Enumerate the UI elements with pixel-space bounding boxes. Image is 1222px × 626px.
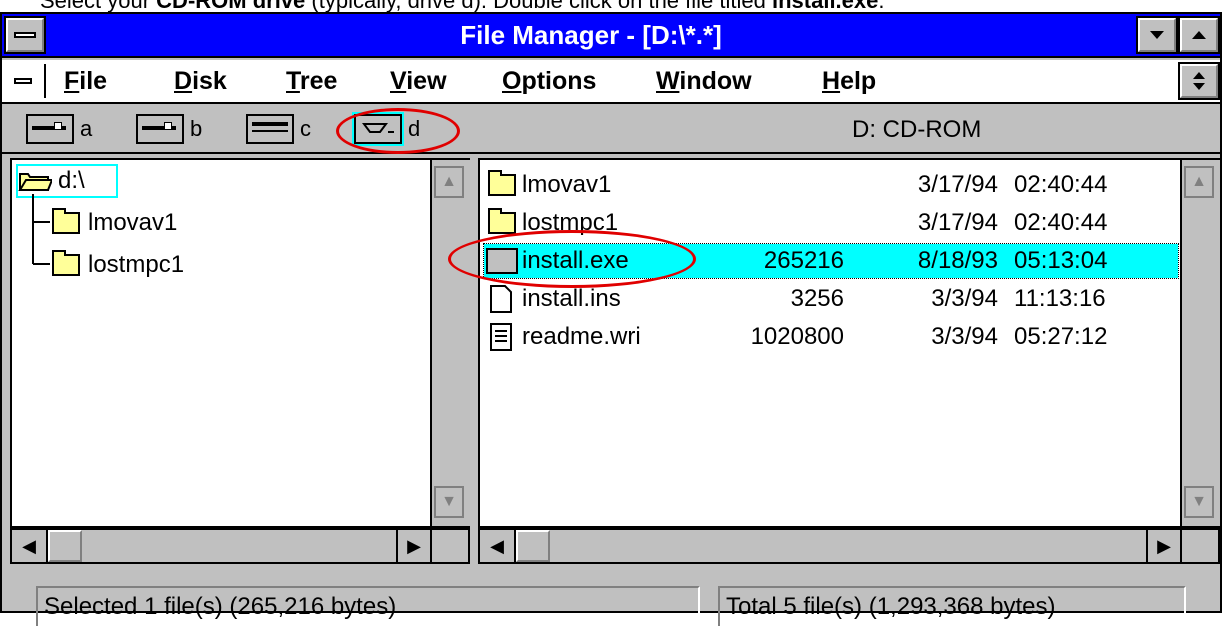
menu-window[interactable]: Window — [656, 66, 752, 96]
window-title: File Manager - [D:\*.*] — [460, 20, 722, 50]
scroll-right-arrow-icon[interactable]: ▶ — [1146, 530, 1182, 562]
folder-icon — [488, 208, 516, 234]
file-manager-window: File Manager - [D:\*.*] File Disk Tree V… — [0, 12, 1222, 626]
menu-view[interactable]: View — [390, 66, 447, 96]
folder-icon — [488, 170, 516, 196]
status-total: Total 5 file(s) (1,293,368 bytes) — [718, 586, 1186, 626]
menu-disk[interactable]: Disk — [174, 66, 227, 96]
file-horizontal-scrollbar[interactable]: ◀ ▶ — [478, 528, 1220, 564]
menu-label-rest: elp — [840, 67, 877, 95]
scroll-thumb[interactable] — [48, 530, 82, 562]
file-date: 3/3/94 — [931, 285, 998, 312]
folder-icon — [52, 250, 80, 276]
file-date: 8/18/93 — [917, 247, 998, 274]
restore-icon — [1193, 72, 1205, 90]
file-row-readme-wri[interactable]: readme.wri 1020800 3/3/94 05:27:12 — [484, 320, 1178, 354]
drive-letter: b — [190, 116, 203, 141]
file-vertical-scrollbar[interactable]: ▲ ▼ — [1180, 160, 1220, 526]
tree-item-label: lostmpc1 — [88, 251, 185, 278]
minimize-button[interactable] — [1136, 16, 1178, 54]
tree-horizontal-scrollbar[interactable]: ◀ ▶ — [10, 528, 470, 564]
hard-disk-icon — [246, 114, 294, 144]
drive-letter: c — [300, 116, 311, 141]
maximize-button[interactable] — [1178, 16, 1220, 54]
file-name: lmovav1 — [522, 171, 612, 198]
restore-button[interactable] — [1178, 62, 1220, 100]
floppy-drive-icon — [136, 114, 184, 144]
drive-bar: a b c d D: CD-ROM — [2, 106, 1220, 154]
scroll-down-arrow-icon[interactable]: ▼ — [434, 486, 464, 518]
scroll-up-arrow-icon[interactable]: ▲ — [1184, 166, 1214, 198]
minimize-arrow-icon — [1150, 31, 1164, 39]
control-menu-button[interactable] — [4, 16, 46, 54]
document-control-icon — [14, 78, 32, 84]
file-time: 02:40:44 — [1014, 209, 1108, 236]
menu-file[interactable]: File — [64, 66, 107, 96]
file-date: 3/17/94 — [917, 171, 998, 198]
open-folder-icon — [18, 173, 52, 191]
file-time: 05:13:04 — [1014, 247, 1108, 274]
file-time: 05:27:12 — [1014, 323, 1108, 350]
folder-icon — [52, 208, 80, 234]
file-size: 265216 — [763, 247, 844, 274]
file-time: 11:13:16 — [1014, 285, 1106, 312]
menu-label-rest: ile — [79, 67, 108, 95]
menu-label-rest: ree — [299, 67, 338, 95]
file-icon — [490, 285, 514, 323]
document-icon — [490, 323, 514, 361]
highlight-circle-install-exe — [448, 230, 696, 288]
floppy-drive-icon — [26, 114, 74, 144]
tree-root-item[interactable]: d:\ — [16, 164, 118, 198]
directory-tree-pane[interactable]: d:\ lmovav1 lostmpc1 ▲ ▼ — [10, 158, 470, 528]
status-selected: Selected 1 file(s) (265,216 bytes) — [36, 586, 700, 626]
menu-help[interactable]: Help — [822, 66, 876, 96]
scroll-thumb[interactable] — [516, 530, 550, 562]
file-time: 02:40:44 — [1014, 171, 1108, 198]
scroll-left-arrow-icon[interactable]: ◀ — [12, 530, 48, 562]
file-row-lmovav1[interactable]: lmovav1 3/17/94 02:40:44 — [484, 168, 1178, 202]
document-control-menu-button[interactable] — [4, 64, 46, 98]
drive-letter: a — [80, 116, 93, 141]
status-bar: Selected 1 file(s) (265,216 bytes) Total… — [2, 586, 1220, 626]
file-date: 3/3/94 — [931, 323, 998, 350]
highlight-circle-drive-d — [336, 108, 460, 154]
file-list-pane[interactable]: lmovav1 3/17/94 02:40:44 lostmpc1 3/17/94 02:… — [478, 158, 1220, 528]
instruction-text: Select your CD-ROM drive (typically, dri… — [40, 0, 885, 13]
title-bar[interactable]: File Manager - [D:\*.*] — [2, 14, 1220, 58]
scroll-down-arrow-icon[interactable]: ▼ — [1184, 486, 1214, 518]
maximize-arrow-icon — [1192, 31, 1206, 39]
scroll-right-arrow-icon[interactable]: ▶ — [396, 530, 432, 562]
tree-root-label: d:\ — [58, 167, 85, 194]
menu-tree[interactable]: Tree — [286, 66, 337, 96]
file-size: 3256 — [790, 285, 844, 312]
control-menu-icon — [14, 32, 36, 38]
menu-label-rest: ptions — [521, 67, 597, 95]
menu-label-rest: isk — [192, 67, 227, 95]
file-size: 1020800 — [750, 323, 844, 350]
file-date: 3/17/94 — [917, 209, 998, 236]
menu-label-rest: indow — [679, 67, 752, 95]
tree-item-label: lmovav1 — [88, 209, 178, 236]
menu-options[interactable]: Options — [502, 66, 596, 96]
menu-bar: File Disk Tree View Options Window Help — [2, 60, 1220, 104]
tree-vertical-scrollbar[interactable]: ▲ ▼ — [430, 160, 470, 526]
scroll-up-arrow-icon[interactable]: ▲ — [434, 166, 464, 198]
scroll-left-arrow-icon[interactable]: ◀ — [480, 530, 516, 562]
drive-label: D: CD-ROM — [852, 116, 982, 143]
menu-label-rest: iew — [406, 67, 447, 95]
